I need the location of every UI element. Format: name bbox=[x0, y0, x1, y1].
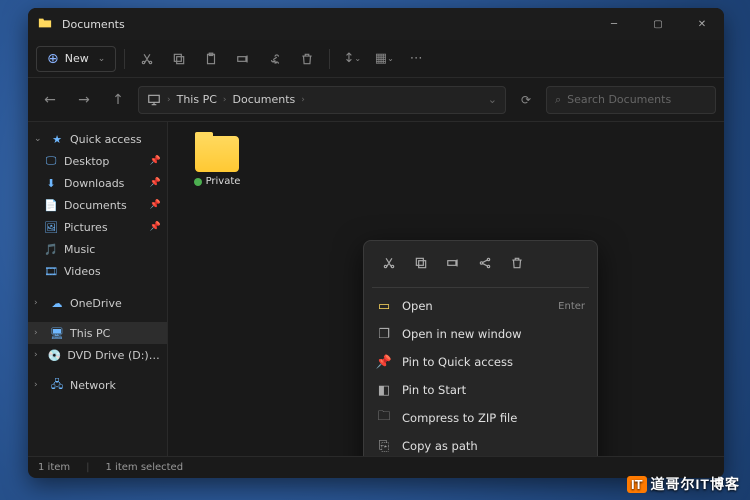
this-pc-group[interactable]: ›🖥This PC bbox=[28, 322, 167, 344]
body: ⌄ ★ Quick access 🖵Desktop📌 ⬇Downloads📌 📄… bbox=[28, 122, 724, 456]
music-icon: 🎵 bbox=[44, 242, 58, 256]
dvd-drive-group[interactable]: ›💿DVD Drive (D:) ESD-… bbox=[28, 344, 167, 366]
titlebar: Documents ─ ▢ ✕ bbox=[28, 8, 724, 40]
copy-button[interactable] bbox=[406, 249, 436, 277]
status-bar: 1 item | 1 item selected bbox=[28, 456, 724, 478]
download-icon: ⬇ bbox=[44, 176, 58, 190]
context-menu: ▭OpenEnter ❐Open in new window 📌Pin to Q… bbox=[363, 240, 598, 456]
breadcrumb-part[interactable]: This PC bbox=[177, 93, 217, 106]
content-area[interactable]: Private ▭OpenEnter ❐Open in new window 📌… bbox=[168, 122, 724, 456]
delete-button[interactable] bbox=[502, 249, 532, 277]
chevron-right-icon: › bbox=[34, 350, 42, 360]
search-icon: ⌕ bbox=[555, 93, 561, 107]
disc-icon: 💿 bbox=[48, 348, 62, 362]
document-icon: 📄 bbox=[44, 198, 58, 212]
chevron-right-icon: › bbox=[301, 95, 305, 105]
menu-open-new-window[interactable]: ❐Open in new window bbox=[368, 320, 593, 348]
maximize-button[interactable]: ▢ bbox=[636, 8, 680, 40]
window-title: Documents bbox=[62, 18, 125, 31]
picture-icon: 🖼 bbox=[44, 220, 58, 234]
folder-label: Private bbox=[194, 176, 241, 187]
new-button[interactable]: ⊕ New ⌄ bbox=[36, 46, 116, 72]
rename-button[interactable] bbox=[438, 249, 468, 277]
pin-start-icon: ◧ bbox=[376, 382, 392, 398]
sidebar-item-downloads[interactable]: ⬇Downloads📌 bbox=[28, 172, 167, 194]
folder-icon bbox=[38, 16, 54, 32]
video-icon: 🎞 bbox=[44, 264, 58, 278]
address-bar[interactable]: › This PC › Documents › ⌄ bbox=[138, 86, 506, 114]
folder-open-icon: ▭ bbox=[376, 298, 392, 314]
pin-icon: 📌 bbox=[150, 222, 161, 232]
file-explorer-window: Documents ─ ▢ ✕ ⊕ New ⌄ ↕⌄ bbox=[28, 8, 724, 478]
cut-button[interactable] bbox=[374, 249, 404, 277]
share-button[interactable] bbox=[261, 45, 289, 73]
more-button[interactable]: ⋯ bbox=[402, 45, 430, 73]
paste-button[interactable] bbox=[197, 45, 225, 73]
breadcrumb-part[interactable]: Documents bbox=[233, 93, 296, 106]
refresh-button[interactable]: ⟳ bbox=[512, 86, 540, 114]
network-group[interactable]: ›🖧Network bbox=[28, 374, 167, 396]
search-input[interactable]: ⌕ Search Documents bbox=[546, 86, 716, 114]
chevron-right-icon: › bbox=[223, 95, 227, 105]
chevron-right-icon: › bbox=[34, 328, 44, 338]
command-bar: ⊕ New ⌄ ↕⌄ ▦⌄ ⋯ bbox=[28, 40, 724, 78]
context-icon-row bbox=[368, 247, 593, 283]
sidebar-item-pictures[interactable]: 🖼Pictures📌 bbox=[28, 216, 167, 238]
desktop-icon: 🖵 bbox=[44, 154, 58, 168]
back-button[interactable]: ← bbox=[36, 86, 64, 114]
cut-button[interactable] bbox=[133, 45, 161, 73]
rename-button[interactable] bbox=[229, 45, 257, 73]
item-count: 1 item bbox=[38, 462, 70, 473]
pin-icon: 📌 bbox=[376, 354, 392, 370]
sidebar-item-documents[interactable]: 📄Documents📌 bbox=[28, 194, 167, 216]
menu-compress-zip[interactable]: 🗀Compress to ZIP file bbox=[368, 404, 593, 432]
network-icon: 🖧 bbox=[50, 378, 64, 392]
share-button[interactable] bbox=[470, 249, 500, 277]
selection-count: 1 item selected bbox=[106, 462, 184, 473]
minimize-button[interactable]: ─ bbox=[592, 8, 636, 40]
menu-copy-path[interactable]: ⎘Copy as path bbox=[368, 432, 593, 456]
chevron-down-icon: ⌄ bbox=[98, 54, 106, 64]
menu-pin-quick-access[interactable]: 📌Pin to Quick access bbox=[368, 348, 593, 376]
delete-button[interactable] bbox=[293, 45, 321, 73]
nav-row: ← → ↑ › This PC › Documents › ⌄ ⟳ ⌕ Sear… bbox=[28, 78, 724, 122]
folder-private[interactable]: Private bbox=[182, 136, 252, 187]
nav-pane: ⌄ ★ Quick access 🖵Desktop📌 ⬇Downloads📌 📄… bbox=[28, 122, 168, 456]
sort-button[interactable]: ↕⌄ bbox=[338, 45, 366, 73]
copy-button[interactable] bbox=[165, 45, 193, 73]
sidebar-item-music[interactable]: 🎵Music bbox=[28, 238, 167, 260]
onedrive-group[interactable]: ›☁OneDrive bbox=[28, 292, 167, 314]
copy-path-icon: ⎘ bbox=[376, 438, 392, 454]
star-icon: ★ bbox=[50, 132, 64, 146]
pin-icon: 📌 bbox=[150, 200, 161, 210]
chevron-right-icon: › bbox=[34, 298, 44, 308]
view-button[interactable]: ▦⌄ bbox=[370, 45, 398, 73]
monitor-icon bbox=[147, 93, 161, 107]
window-icon: ❐ bbox=[376, 326, 392, 342]
zip-icon: 🗀 bbox=[376, 410, 392, 426]
forward-button[interactable]: → bbox=[70, 86, 98, 114]
pin-icon: 📌 bbox=[150, 178, 161, 188]
cloud-icon: ☁ bbox=[50, 296, 64, 310]
up-button[interactable]: ↑ bbox=[104, 86, 132, 114]
chevron-right-icon: › bbox=[167, 95, 171, 105]
chevron-down-icon: ⌄ bbox=[34, 134, 44, 144]
menu-open[interactable]: ▭OpenEnter bbox=[368, 292, 593, 320]
quick-access-group[interactable]: ⌄ ★ Quick access bbox=[28, 128, 167, 150]
chevron-down-icon[interactable]: ⌄ bbox=[488, 93, 497, 106]
folder-icon bbox=[195, 136, 239, 172]
plus-icon: ⊕ bbox=[47, 51, 59, 67]
sync-status-icon bbox=[194, 178, 202, 186]
menu-pin-start[interactable]: ◧Pin to Start bbox=[368, 376, 593, 404]
close-button[interactable]: ✕ bbox=[680, 8, 724, 40]
sidebar-item-videos[interactable]: 🎞Videos bbox=[28, 260, 167, 282]
pin-icon: 📌 bbox=[150, 156, 161, 166]
watermark: IT 道哥尔IT博客 bbox=[627, 474, 740, 494]
monitor-icon: 🖥 bbox=[50, 326, 64, 340]
sidebar-item-desktop[interactable]: 🖵Desktop📌 bbox=[28, 150, 167, 172]
chevron-right-icon: › bbox=[34, 380, 44, 390]
